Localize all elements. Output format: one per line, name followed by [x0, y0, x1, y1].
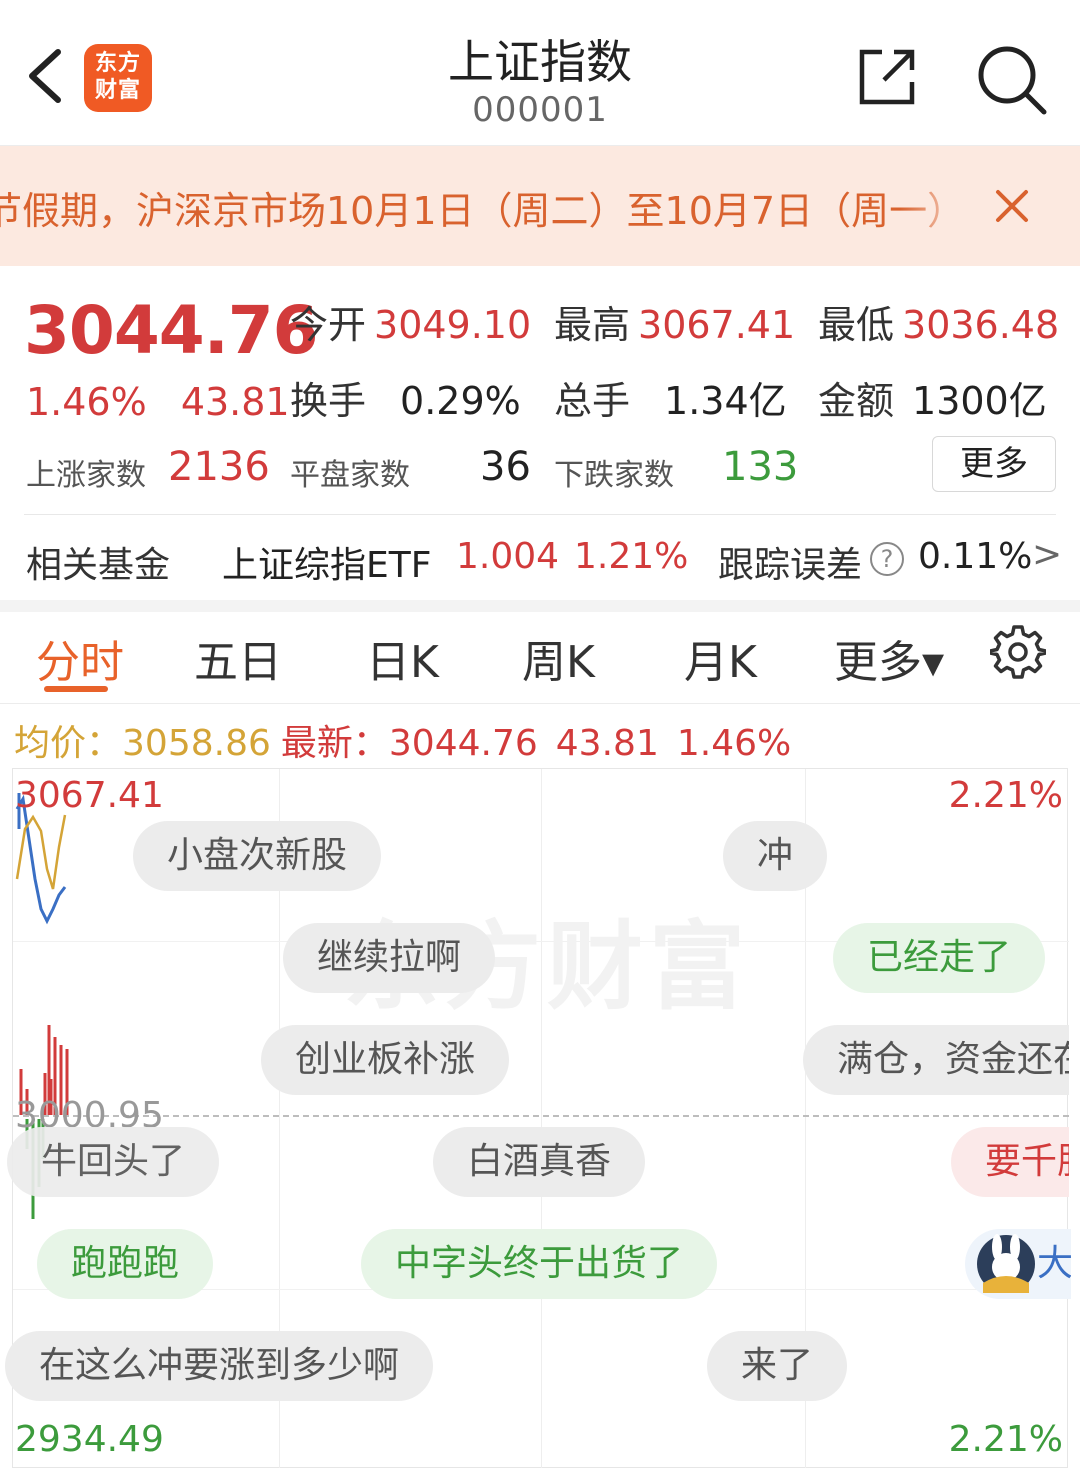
top-bar: 东方 财富 上证指数 000001	[0, 0, 1080, 146]
share-icon[interactable]	[856, 46, 918, 108]
comment-bubble[interactable]: 小盘次新股	[133, 821, 382, 891]
tab-intraday[interactable]: 分时	[36, 626, 124, 690]
amount-stat: 金额 1300亿	[818, 370, 1047, 425]
turnover-stat: 换手 0.29%	[290, 370, 521, 425]
down-count-label: 下跌家数	[554, 458, 674, 493]
down-count-value: 133	[722, 444, 799, 490]
open-label: 今开	[290, 303, 367, 347]
active-tab-indicator	[44, 686, 108, 692]
comment-bubble[interactable]: 白酒真香	[433, 1127, 646, 1197]
amount-value: 1300亿	[912, 379, 1047, 423]
stock-code: 000001	[472, 90, 608, 130]
up-count-label: 上涨家数	[26, 458, 146, 493]
prev-close-line	[13, 1115, 1069, 1117]
latest-percent: 1.46%	[676, 723, 792, 764]
change-amount: 43.81	[180, 380, 290, 424]
price-summary-row: 均价：3058.86 最新：3044.76 43.81 1.46%	[14, 714, 809, 766]
amount-label: 金额	[818, 379, 895, 423]
high-stat: 最高 3067.41	[554, 294, 795, 349]
volume-stat: 总手 1.34亿	[554, 370, 787, 425]
open-value: 3049.10	[374, 303, 532, 347]
comment-bubble[interactable]: 来了	[707, 1331, 848, 1401]
volume-label: 总手	[554, 379, 631, 423]
flat-count-label: 平盘家数	[290, 458, 410, 493]
notice-fade	[900, 146, 970, 266]
fund-price: 1.004	[456, 536, 560, 577]
latest-label: 最新：	[280, 723, 389, 764]
tracking-error-label: 跟踪误差	[718, 545, 863, 586]
avg-price-value: 3058.86	[122, 723, 271, 764]
section-gap	[0, 600, 1080, 612]
divider	[24, 514, 1056, 515]
axis-top-right: 2.21%	[948, 775, 1063, 816]
fund-name: 上证综指ETF	[222, 545, 432, 586]
comment-bubble[interactable]: 中字头终于出货了	[361, 1229, 718, 1299]
axis-top-left: 3067.41	[15, 775, 164, 816]
change-percent: 1.46%	[26, 380, 147, 424]
search-icon[interactable]	[974, 42, 1048, 116]
related-fund-row[interactable]: 相关基金 上证综指ETF 1.004 1.21% 跟踪误差 ? 0.11% >	[0, 520, 1080, 600]
latest-change: 43.81	[555, 723, 659, 764]
comment-bubble[interactable]: 要千股	[951, 1127, 1069, 1197]
comment-bubble[interactable]: 跑跑跑	[37, 1229, 214, 1299]
low-label: 最低	[818, 303, 895, 347]
comment-bubble[interactable]: 牛回头了	[7, 1127, 220, 1197]
turnover-label: 换手	[290, 379, 367, 423]
axis-bottom-right: 2.21%	[948, 1419, 1063, 1460]
high-label: 最高	[554, 303, 631, 347]
open-stat: 今开 3049.10	[290, 294, 531, 349]
avg-price-label: 均价：	[14, 723, 123, 764]
axis-bottom-left: 2934.49	[15, 1419, 164, 1460]
chevron-right-icon: >	[1032, 534, 1063, 575]
comment-bubble[interactable]: 在这么冲要涨到多少啊	[5, 1331, 434, 1401]
change-row: 1.46% 43.81	[26, 380, 312, 424]
low-stat: 最低 3036.48	[818, 294, 1059, 349]
help-icon[interactable]: ?	[870, 542, 904, 576]
current-price: 3044.76	[24, 292, 319, 369]
turnover-value: 0.29%	[400, 379, 521, 423]
close-icon[interactable]	[992, 186, 1032, 226]
notice-banner[interactable]: 节假期，沪深京市场10月1日（周二）至10月7日（周一）	[0, 146, 1080, 266]
page-title: 上证指数	[448, 35, 632, 89]
comment-bubble[interactable]: 满仓，资金还在	[803, 1025, 1069, 1095]
notice-text: 节假期，沪深京市场10月1日（周二）至10月7日（周一）	[0, 189, 964, 233]
comment-bubble[interactable]: 创业板补涨	[261, 1025, 510, 1095]
comment-bubble[interactable]: 冲	[723, 821, 828, 891]
tab-weekly-k[interactable]: 周K	[522, 626, 595, 690]
latest-price: 3044.76	[388, 723, 538, 764]
more-stats-button[interactable]: 更多	[932, 436, 1056, 492]
tab-daily-k[interactable]: 日K	[366, 626, 439, 690]
gear-icon[interactable]	[990, 624, 1046, 680]
low-value: 3036.48	[902, 303, 1060, 347]
fund-section-label: 相关基金	[26, 545, 171, 586]
rabbit-avatar-icon	[977, 1234, 1035, 1293]
high-value: 3067.41	[638, 303, 796, 347]
intraday-chart[interactable]: 东方财富 3067.41 2.21% 3000.95 2934.49 2.21%…	[5, 768, 1071, 1468]
tracking-error-value: 0.11%	[918, 536, 1033, 577]
tab-five-day[interactable]: 五日	[194, 626, 282, 690]
fund-change: 1.21%	[574, 536, 689, 577]
tab-more[interactable]: 更多▾	[834, 626, 944, 690]
chart-tabs: 分时 五日 日K 周K 月K 更多▾	[0, 612, 1080, 704]
volume-value: 1.34亿	[664, 379, 787, 423]
flat-count-value: 36	[480, 444, 531, 490]
up-count-value: 2136	[168, 444, 270, 490]
comment-bubble[interactable]: 已经走了	[833, 923, 1046, 993]
comment-bubble[interactable]: 继续拉啊	[283, 923, 496, 993]
tab-monthly-k[interactable]: 月K	[684, 626, 757, 690]
grid-line	[541, 769, 542, 1468]
